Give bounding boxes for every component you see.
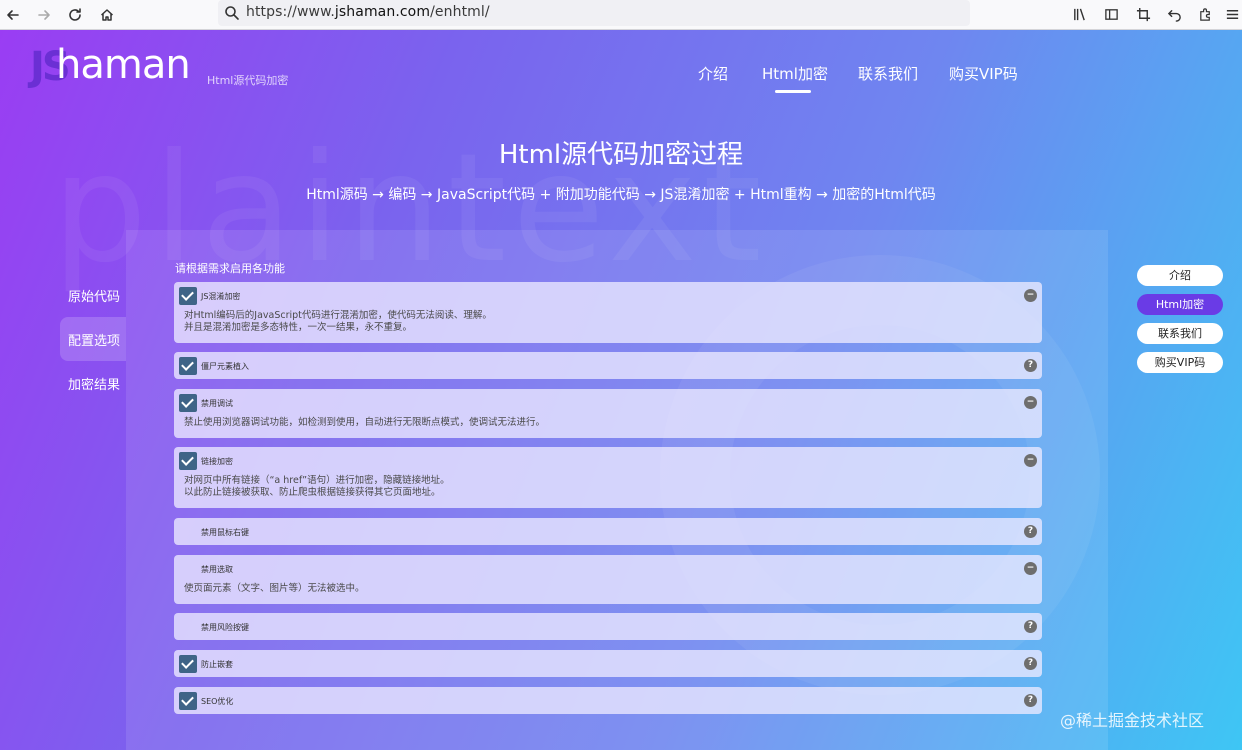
option-disable-right-click: 禁用鼠标右键 ?: [174, 518, 1042, 545]
option-description: 对Html编码后的JavaScript代码进行混淆加密，使代码无法阅读、理解。 …: [184, 310, 492, 333]
floating-nav-contact[interactable]: 联系我们: [1137, 323, 1223, 344]
floating-nav-html-encrypt[interactable]: Html加密: [1137, 294, 1223, 315]
option-disable-select: 禁用选取 使页面元素（文字、图片等）无法被选中。 −: [174, 555, 1042, 604]
option-label: 禁用调试: [201, 399, 233, 408]
option-label: 链接加密: [201, 457, 233, 466]
home-button[interactable]: [96, 4, 118, 26]
option-checkbox[interactable]: [179, 357, 197, 375]
top-nav-intro[interactable]: 介绍: [698, 63, 728, 84]
option-label: 僵尸元素植入: [201, 362, 249, 371]
options-title: 请根据需求启用各功能: [175, 262, 285, 275]
option-label: 禁用选取: [201, 565, 233, 574]
url-text: https://www.jshaman.com/enhtml/: [246, 4, 490, 20]
tab-config-options[interactable]: 配置选项: [60, 317, 126, 361]
library-icon: [1073, 8, 1085, 20]
option-label: 禁用鼠标右键: [201, 528, 249, 537]
sidebar-icon: [1104, 8, 1118, 20]
floating-nav-intro[interactable]: 介绍: [1137, 265, 1223, 286]
home-icon: [100, 9, 114, 21]
option-label: 防止嵌套: [201, 660, 233, 669]
back-button[interactable]: [2, 4, 24, 26]
source-watermark: @稀土掘金技术社区: [1060, 711, 1205, 730]
sidebar-button[interactable]: [1101, 4, 1121, 24]
hamburger-icon: [1226, 9, 1238, 19]
option-checkbox[interactable]: [179, 655, 197, 673]
reload-icon: [69, 8, 81, 21]
top-nav-buy-vip[interactable]: 购买VIP码: [949, 63, 1018, 84]
option-checkbox[interactable]: [179, 560, 197, 578]
arrow-left-icon: [7, 10, 19, 20]
reload-button[interactable]: [64, 4, 86, 26]
help-icon[interactable]: ?: [1024, 525, 1037, 538]
option-label: 禁用风险按键: [201, 623, 249, 632]
forward-button[interactable]: [33, 4, 55, 26]
option-js-obfuscate: JS混淆加密 对Html编码后的JavaScript代码进行混淆加密，使代码无法…: [174, 282, 1042, 343]
extensions-button[interactable]: [1195, 4, 1215, 24]
option-link-encrypt: 链接加密 对网页中所有链接（“a href”语句）进行加密，隐藏链接地址。 以此…: [174, 447, 1042, 508]
option-checkbox[interactable]: [179, 523, 197, 541]
library-button[interactable]: [1069, 4, 1089, 24]
help-icon[interactable]: ?: [1024, 694, 1037, 707]
option-label: JS混淆加密: [201, 292, 241, 301]
undo-icon: [1167, 9, 1181, 22]
hero-title: Html源代码加密过程: [498, 140, 744, 170]
option-anti-iframe: 防止嵌套 ?: [174, 650, 1042, 677]
option-label: SEO优化: [201, 697, 234, 706]
menu-button[interactable]: [1222, 4, 1242, 24]
tab-encrypt-result[interactable]: 加密结果: [60, 361, 126, 405]
hero-subtitle: Html源码 → 编码 → JavaScript代码 + 附加功能代码 → JS…: [306, 187, 936, 203]
collapse-icon[interactable]: −: [1024, 454, 1037, 467]
option-disable-debug: 禁用调试 禁止使用浏览器调试功能，如检测到使用，自动进行无限断点模式，使调试无法…: [174, 389, 1042, 438]
option-description: 使页面元素（文字、图片等）无法被选中。: [184, 583, 365, 594]
tab-source-code[interactable]: 原始代码: [60, 273, 126, 317]
help-icon[interactable]: ?: [1024, 620, 1037, 633]
option-disable-risk-keys: 禁用风险按键 ?: [174, 613, 1042, 640]
option-checkbox[interactable]: [179, 692, 197, 710]
browser-toolbar: https://www.jshaman.com/enhtml/: [0, 0, 1242, 30]
search-icon: [225, 6, 239, 20]
option-checkbox[interactable]: [179, 452, 197, 470]
page: plaintext JS haman Html源代码加密 介绍 Html加密 联…: [0, 30, 1242, 750]
undo-button[interactable]: [1164, 4, 1184, 24]
puzzle-icon: [1199, 7, 1210, 21]
top-nav-contact[interactable]: 联系我们: [858, 63, 918, 84]
option-checkbox[interactable]: [179, 287, 197, 305]
top-nav-html-encrypt[interactable]: Html加密: [762, 63, 828, 84]
help-icon[interactable]: ?: [1024, 657, 1037, 670]
arrow-right-icon: [38, 10, 50, 20]
option-description: 对网页中所有链接（“a href”语句）进行加密，隐藏链接地址。 以此防止链接被…: [184, 475, 450, 498]
top-nav-active-indicator: [775, 90, 811, 93]
collapse-icon[interactable]: −: [1024, 289, 1037, 302]
address-bar[interactable]: https://www.jshaman.com/enhtml/: [218, 0, 970, 26]
help-icon[interactable]: ?: [1024, 359, 1037, 372]
floating-nav-buy-vip[interactable]: 购买VIP码: [1137, 352, 1223, 373]
crop-icon: [1136, 7, 1150, 21]
option-checkbox[interactable]: [179, 618, 197, 636]
option-zombie-elements: 僵尸元素植入 ?: [174, 352, 1042, 379]
option-checkbox[interactable]: [179, 394, 197, 412]
collapse-icon[interactable]: −: [1024, 396, 1037, 409]
option-description: 禁止使用浏览器调试功能，如检测到使用，自动进行无限断点模式，使调试无法进行。: [184, 417, 546, 428]
option-seo: SEO优化 ?: [174, 687, 1042, 714]
collapse-icon[interactable]: −: [1024, 562, 1037, 575]
top-nav: 介绍 Html加密 联系我们 购买VIP码: [0, 63, 1242, 93]
screenshot-button[interactable]: [1133, 4, 1153, 24]
